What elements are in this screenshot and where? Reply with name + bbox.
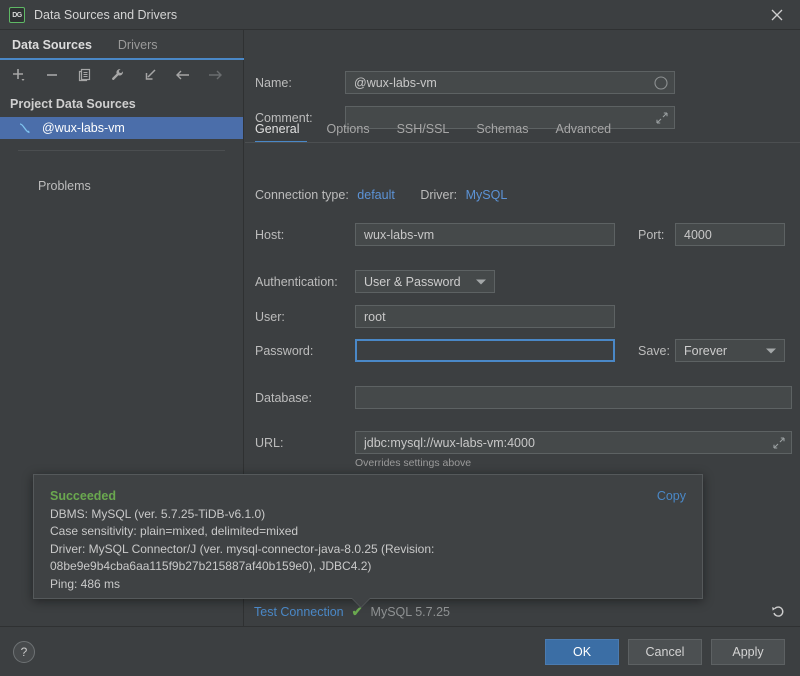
tab-data-sources[interactable]: Data Sources (12, 38, 92, 52)
status-badge: Succeeded (50, 489, 117, 503)
tab-ssh-ssl[interactable]: SSH/SSL (397, 122, 450, 143)
url-row: URL: (255, 431, 792, 454)
settings-tabs: General Options SSH/SSL Schemas Advanced (255, 115, 611, 143)
cancel-button[interactable]: Cancel (628, 638, 702, 665)
host-label: Host: (255, 227, 285, 242)
host-input[interactable] (355, 223, 615, 246)
project-data-sources-heading: Project Data Sources (10, 97, 136, 111)
back-arrow-icon[interactable] (173, 65, 193, 85)
url-hint: Overrides settings above (355, 457, 472, 469)
driver-value[interactable]: MySQL (466, 188, 508, 202)
apply-button[interactable]: Apply (711, 638, 785, 665)
tab-options[interactable]: Options (326, 122, 369, 143)
test-connection-link[interactable]: Test Connection (254, 605, 344, 619)
duplicate-icon[interactable] (75, 65, 95, 85)
add-icon[interactable] (9, 65, 29, 85)
navigation-arrows (173, 65, 225, 85)
connection-type-label: Connection type: (255, 188, 349, 202)
sidebar-item-problems[interactable]: Problems (0, 175, 243, 197)
tab-drivers[interactable]: Drivers (118, 38, 158, 52)
chevron-down-icon-save (766, 348, 776, 353)
authentication-row: Authentication: User & Password (255, 270, 495, 293)
name-label: Name: (255, 75, 292, 90)
left-panel-tabs: Data Sources Drivers (0, 30, 243, 59)
database-input[interactable] (355, 386, 792, 409)
tab-general[interactable]: General (255, 122, 299, 143)
password-label: Password: (255, 343, 314, 358)
test-connection-result-popup: Succeeded Copy DBMS: MySQL (ver. 5.7.25-… (33, 474, 703, 599)
connection-type-value[interactable]: default (357, 188, 395, 202)
database-version-label: MySQL 5.7.25 (370, 605, 450, 619)
user-label: User: (255, 309, 285, 324)
help-icon[interactable]: ? (13, 640, 35, 663)
tab-schemas[interactable]: Schemas (476, 122, 528, 143)
chevron-down-icon (476, 279, 486, 284)
save-select[interactable]: Forever (675, 339, 785, 362)
name-input-wrap (345, 71, 675, 94)
connection-type-row: Connection type: default Driver: MySQL (255, 188, 507, 202)
url-label: URL: (255, 435, 284, 450)
success-check-icon: ✔ (351, 604, 363, 619)
dialog-footer: ? OK Cancel Apply (0, 627, 800, 676)
authentication-label: Authentication: (255, 274, 338, 289)
datagrip-app-icon: DG (9, 7, 25, 23)
port-input[interactable] (675, 223, 785, 246)
driver-label: Driver: (420, 188, 458, 202)
window-titlebar: DG Data Sources and Drivers (0, 0, 800, 30)
remove-icon[interactable] (42, 65, 62, 85)
url-input[interactable] (355, 431, 792, 454)
result-line-dbms: DBMS: MySQL (ver. 5.7.25-TiDB-v6.1.0) (50, 506, 266, 521)
port-label: Port: (638, 227, 665, 242)
user-row: User: (255, 305, 615, 328)
result-line-case-sensitivity: Case sensitivity: plain=mixed, delimited… (50, 524, 299, 538)
database-label: Database: (255, 390, 312, 405)
settings-tabs-divider (245, 142, 800, 143)
save-label: Save: (638, 343, 670, 358)
wrench-icon[interactable] (108, 65, 128, 85)
authentication-select[interactable]: User & Password (355, 270, 495, 293)
database-row: Database: (255, 386, 792, 409)
sidebar-divider (18, 150, 225, 151)
save-value: Forever (684, 343, 728, 358)
user-input[interactable] (355, 305, 615, 328)
close-icon[interactable] (754, 0, 800, 30)
result-line-ping: Ping: 486 ms (50, 576, 121, 591)
app-icon-text: DG (12, 11, 22, 19)
ok-button[interactable]: OK (545, 638, 619, 665)
copy-link[interactable]: Copy (657, 488, 686, 506)
result-line-driver: Driver: MySQL Connector/J (ver. mysql-co… (50, 541, 435, 574)
url-input-wrap (355, 431, 792, 454)
sidebar-item-wux-labs-vm[interactable]: @wux-labs-vm (0, 117, 243, 139)
dialog-buttons: OK Cancel Apply (545, 638, 785, 665)
reset-icon[interactable] (770, 604, 786, 620)
password-input[interactable] (355, 339, 615, 362)
name-row: Name: (255, 71, 675, 94)
tab-advanced[interactable]: Advanced (556, 122, 612, 143)
window-title: Data Sources and Drivers (34, 8, 178, 22)
authentication-value: User & Password (364, 274, 461, 289)
data-source-toolbar (0, 59, 243, 90)
import-icon[interactable] (141, 65, 161, 85)
mysql-datasource-icon (18, 121, 32, 135)
password-row: Password: Save: Forever (255, 339, 785, 362)
sidebar-item-label: @wux-labs-vm (42, 121, 125, 135)
host-row: Host: Port: (255, 223, 785, 246)
name-input[interactable] (345, 71, 675, 94)
test-connection-bar: Test Connection ✔ MySQL 5.7.25 (245, 598, 800, 626)
forward-arrow-icon[interactable] (205, 65, 225, 85)
